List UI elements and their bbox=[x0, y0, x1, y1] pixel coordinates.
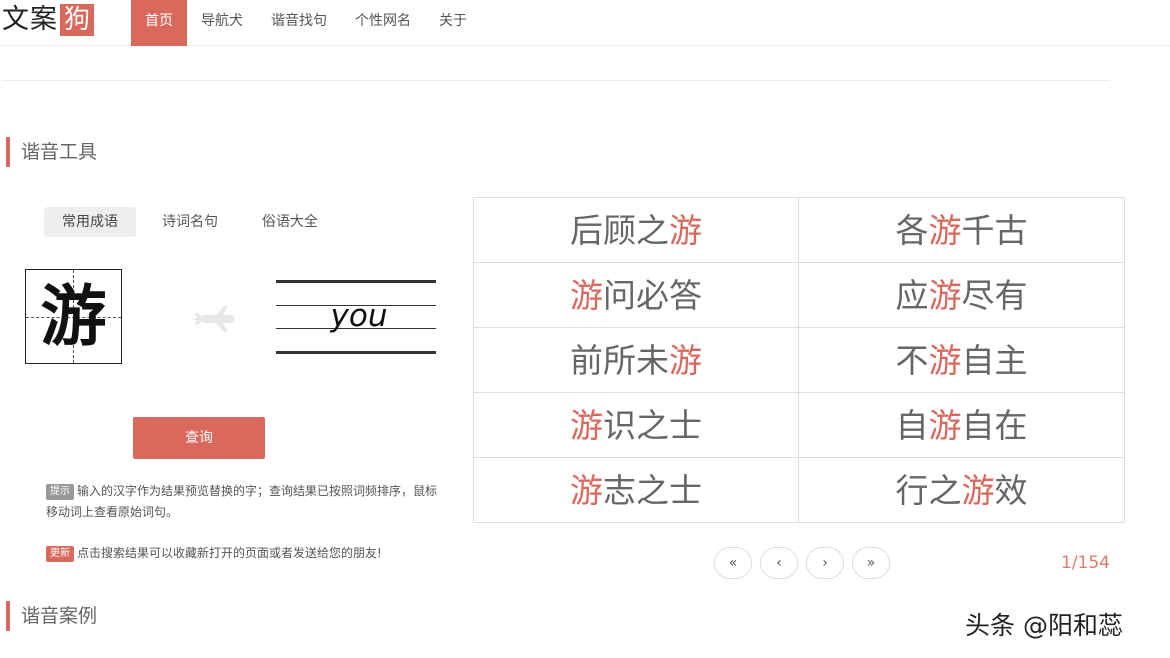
pinyin-text: you bbox=[330, 298, 388, 334]
tab-idioms[interactable]: 常用成语 bbox=[44, 207, 136, 237]
result-cell[interactable]: 后顾之游 bbox=[474, 198, 799, 263]
result-text: 后顾之 bbox=[570, 211, 669, 250]
result-text: 自主 bbox=[961, 341, 1028, 380]
result-cell[interactable]: 行之游效 bbox=[799, 458, 1124, 523]
nav-nicknames[interactable]: 个性网名 bbox=[341, 0, 425, 46]
pinyin-box: you bbox=[276, 280, 436, 355]
result-cell[interactable]: 各游千古 bbox=[799, 198, 1124, 263]
last-page-button[interactable]: » bbox=[852, 547, 890, 579]
watermark: 头条 @阳和蕊 bbox=[965, 611, 1123, 640]
result-cell[interactable]: 前所未游 bbox=[474, 328, 799, 393]
main-nav: 首页 导航犬 谐音找句 个性网名 关于 bbox=[131, 0, 481, 46]
tip-hint: 提示 输入的汉字作为结果预览替换的字；查询结果已按照词频排序，鼠标移动词上查看原始… bbox=[46, 481, 438, 523]
result-cell[interactable]: 游志之士 bbox=[474, 458, 799, 523]
result-highlight: 游 bbox=[928, 276, 962, 315]
result-text: 识之士 bbox=[603, 406, 702, 445]
result-text: 效 bbox=[994, 471, 1028, 510]
pinyin-line-top bbox=[276, 280, 436, 283]
logo-text: 文案 bbox=[2, 4, 58, 35]
result-highlight: 游 bbox=[570, 406, 603, 445]
top-navbar: 文案 狗 首页 导航犬 谐音找句 个性网名 关于 bbox=[0, 0, 1170, 46]
section-title-cases: 谐音案例 bbox=[6, 601, 97, 631]
nav-home[interactable]: 首页 bbox=[131, 0, 187, 46]
character-box: 游 bbox=[25, 269, 122, 364]
result-cell[interactable]: 游识之士 bbox=[474, 393, 799, 458]
first-page-button[interactable]: « bbox=[714, 547, 752, 579]
result-highlight: 游 bbox=[570, 276, 603, 315]
result-text: 前所未 bbox=[570, 341, 669, 380]
divider bbox=[2, 80, 1110, 81]
result-text: 行之 bbox=[895, 471, 962, 510]
pinyin-line-bottom bbox=[276, 351, 436, 354]
section-title-tool: 谐音工具 bbox=[6, 137, 97, 167]
result-text: 自在 bbox=[961, 406, 1028, 445]
result-cell[interactable]: 自游自在 bbox=[799, 393, 1124, 458]
logo-box: 狗 bbox=[60, 4, 94, 36]
query-button[interactable]: 查询 bbox=[133, 417, 265, 459]
result-text: 不 bbox=[895, 341, 929, 380]
nav-homophone-search[interactable]: 谐音找句 bbox=[257, 0, 341, 46]
update-text: 点击搜索结果可以收藏新打开的页面或者发送给您的朋友! bbox=[77, 546, 382, 560]
result-text: 尽有 bbox=[961, 276, 1028, 315]
category-tabs: 常用成语 诗词名句 俗语大全 bbox=[44, 207, 344, 237]
pagination: « ‹ › » bbox=[714, 547, 898, 579]
result-highlight: 游 bbox=[928, 211, 962, 250]
site-logo[interactable]: 文案 狗 bbox=[2, 4, 94, 36]
result-highlight: 游 bbox=[669, 211, 702, 250]
prev-page-button[interactable]: ‹ bbox=[760, 547, 798, 579]
tip-text: 输入的汉字作为结果预览替换的字；查询结果已按照词频排序，鼠标移动词上查看原始词句… bbox=[46, 484, 438, 519]
result-text: 自 bbox=[895, 406, 929, 445]
character-input[interactable]: 游 bbox=[26, 270, 121, 363]
result-text: 问必答 bbox=[603, 276, 702, 315]
tab-poems[interactable]: 诗词名句 bbox=[144, 207, 236, 237]
result-text: 志之士 bbox=[603, 471, 702, 510]
result-highlight: 游 bbox=[669, 341, 702, 380]
tab-sayings[interactable]: 俗语大全 bbox=[244, 207, 336, 237]
result-cell[interactable]: 游问必答 bbox=[474, 263, 799, 328]
update-badge: 更新 bbox=[46, 546, 74, 562]
result-text: 各 bbox=[895, 211, 929, 250]
page-count: 1/154 bbox=[1061, 553, 1110, 573]
result-highlight: 游 bbox=[570, 471, 603, 510]
airplane-icon bbox=[192, 306, 235, 332]
result-text: 应 bbox=[895, 276, 929, 315]
result-highlight: 游 bbox=[928, 341, 962, 380]
result-highlight: 游 bbox=[928, 406, 962, 445]
nav-guide-dog[interactable]: 导航犬 bbox=[187, 0, 257, 46]
result-text: 千古 bbox=[961, 211, 1028, 250]
update-hint: 更新 点击搜索结果可以收藏新打开的页面或者发送给您的朋友! bbox=[46, 543, 438, 564]
result-highlight: 游 bbox=[961, 471, 995, 510]
result-cell[interactable]: 应游尽有 bbox=[799, 263, 1124, 328]
result-cell[interactable]: 不游自主 bbox=[799, 328, 1124, 393]
results-grid: 后顾之游 各游千古 游问必答 应游尽有 前所未游 不游自主 游识之士 自游自在 … bbox=[473, 197, 1125, 523]
next-page-button[interactable]: › bbox=[806, 547, 844, 579]
nav-about[interactable]: 关于 bbox=[425, 0, 481, 46]
tip-badge: 提示 bbox=[46, 484, 74, 500]
